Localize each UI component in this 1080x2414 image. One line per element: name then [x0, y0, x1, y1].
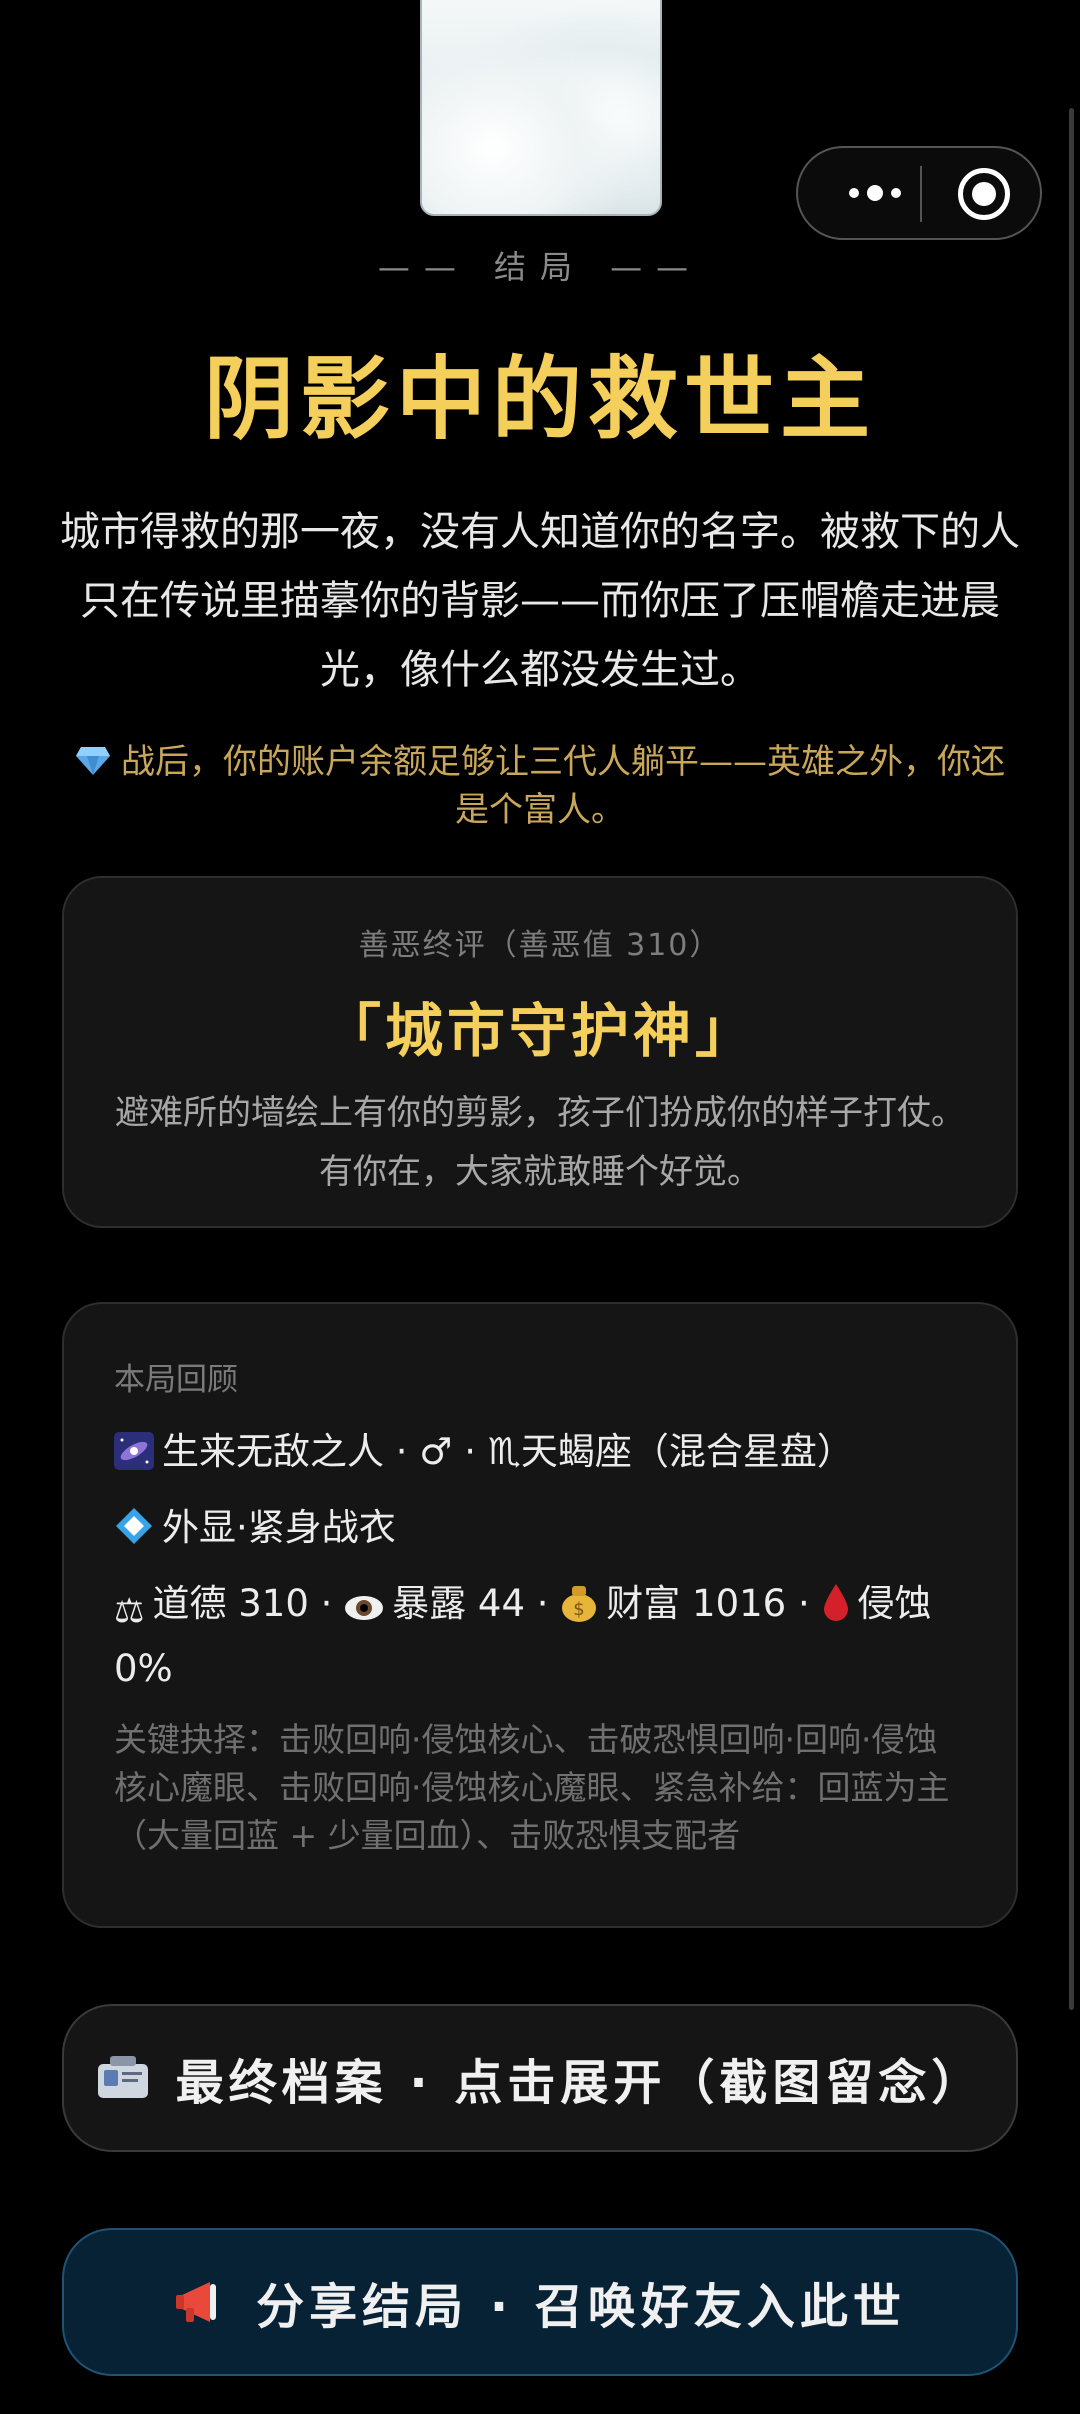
mini-program-capsule [796, 146, 1042, 240]
megaphone-icon [176, 2282, 217, 2322]
recap-card: 本局回顾 生来无敌之人 · ♂ · ♏天蝎座（混合星盘） 外显·紧身战衣 ⚖ 道德… [62, 1302, 1018, 1928]
wealth-note: 战后，你的账户余额足够让三代人躺平——英雄之外，你还是个富人。 [60, 738, 1020, 834]
verdict-description: 避难所的墙绘上有你的剪影，孩子们扮成你的样子打仗。有你在，大家就敢睡个好觉。 [115, 1093, 965, 1192]
stat-morality: 道德 310 · [152, 1582, 345, 1625]
ending-story: 城市得救的那一夜，没有人知道你的名字。被救下的人只在传说里描摹你的背影——而你压… [60, 509, 1020, 693]
ending-cover-image [420, 0, 662, 216]
recap-appearance: 外显·紧身战衣 [114, 1499, 968, 1557]
capsule-divider [920, 166, 922, 222]
recap-heading: 本局回顾 [114, 1362, 238, 1398]
final-archive-button[interactable]: 最终档案 · 点击展开（截图留念） [62, 2004, 1018, 2152]
recap-origin: 生来无敌之人 · ♂ · ♏天蝎座（混合星盘） [114, 1423, 968, 1481]
scales-icon: ⚖ [114, 1591, 145, 1631]
blood-drop-icon [823, 1584, 848, 1621]
eye-icon [345, 1596, 384, 1620]
stat-wealth: 财富 1016 · [606, 1582, 822, 1625]
recap-origin-text: 生来无敌之人 · ♂ · ♏天蝎座（混合星盘） [162, 1430, 854, 1473]
share-ending-label: 分享结局 · 召唤好友入此世 [256, 2279, 906, 2335]
wealth-note-text: 战后，你的账户余额足够让三代人躺平——英雄之外，你还是个富人。 [121, 742, 1005, 830]
share-ending-button[interactable]: 分享结局 · 召唤好友入此世 [62, 2228, 1018, 2376]
diamond-icon [116, 1508, 152, 1544]
stat-exposure: 暴露 44 · [392, 1582, 561, 1625]
target-icon[interactable] [958, 168, 1010, 220]
ending-label: —— 结局 —— [377, 248, 703, 286]
gem-icon [76, 747, 110, 775]
verdict-card: 善恶终评（善恶值 310） 「城市守护神」 避难所的墙绘上有你的剪影，孩子们扮成… [62, 876, 1018, 1228]
recap-appearance-text: 外显·紧身战衣 [162, 1506, 396, 1549]
money-bag-icon: $ [562, 1586, 597, 1622]
id-card-icon [97, 2056, 148, 2098]
recap-stats: ⚖ 道德 310 · 暴露 44 · $ 财富 1016 · 侵蚀 0% [114, 1575, 968, 1698]
more-dots-icon[interactable] [830, 176, 920, 210]
galaxy-icon [114, 1432, 154, 1470]
ending-title: 阴影中的救世主 [204, 347, 876, 452]
verdict-title: 「城市守护神」 [322, 997, 757, 1065]
recap-key-choices: 关键抉择：击败回响·侵蚀核心、击破恐惧回响·回响·侵蚀核心魔眼、击败回响·侵蚀核… [114, 1720, 950, 1855]
verdict-subtitle: 善恶终评（善恶值 310） [358, 928, 722, 963]
final-archive-label: 最终档案 · 点击展开（截图留念） [175, 2055, 985, 2111]
svg-text:$: $ [574, 1599, 585, 1620]
